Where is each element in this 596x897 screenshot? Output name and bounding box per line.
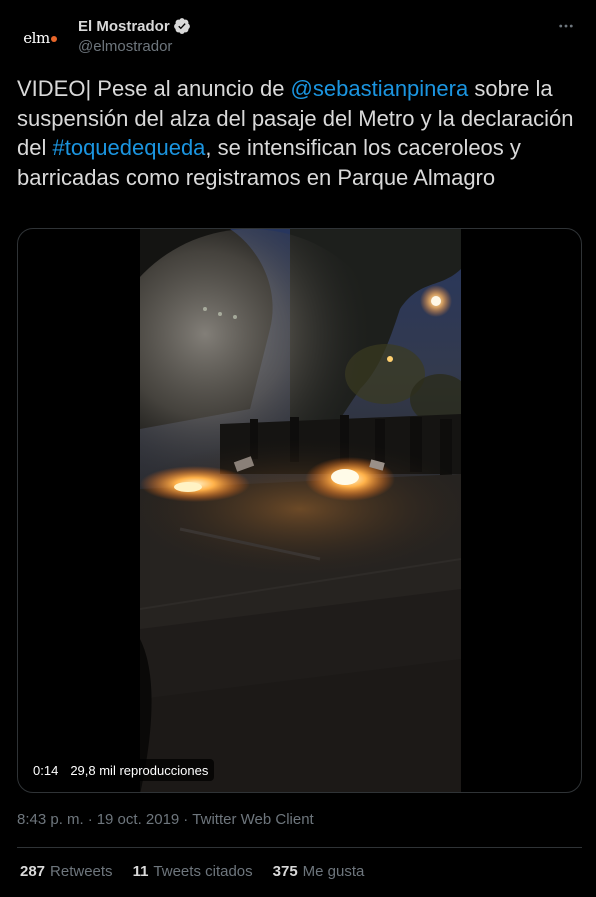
author-names: El Mostrador @elmostrador [78,16,191,55]
retweets-count: 287 [20,863,46,880]
tweet-client[interactable]: Twitter Web Client [192,811,313,828]
tweet-text-part: VIDEO| Pese al anuncio de [17,76,291,101]
tweet-header: elm El Mostrador @elmostrador [16,12,580,62]
likes-stat[interactable]: 375 Me gusta [273,863,365,880]
meta-separator: · [87,811,93,828]
engagement-stats: 287 Retweets 11 Tweets citados 375 Me gu… [20,863,384,880]
divider [17,847,582,848]
mention-link[interactable]: @sebastianpinera [291,76,469,101]
more-options-button[interactable] [552,14,580,38]
avatar-logo: elm [23,29,57,47]
media-container: 0:14 29,8 mil reproducciones [17,228,582,793]
video-duration: 0:14 [33,762,59,778]
author-handle[interactable]: @elmostrador [78,38,191,55]
avatar[interactable]: elm [16,14,64,62]
display-name-row: El Mostrador [78,16,191,36]
video-thumbnail [140,229,461,792]
quote-tweets-stat[interactable]: 11 Tweets citados [133,863,253,880]
tweet-time[interactable]: 8:43 p. m. [17,811,84,828]
retweets-label: Retweets [50,863,113,880]
meta-separator: · [183,811,189,828]
logo-dot-icon [50,36,57,42]
quote-tweets-count: 11 [132,863,149,880]
tweet-text: VIDEO| Pese al anuncio de @sebastianpine… [17,74,577,192]
more-options-icon [559,24,573,28]
quote-tweets-label: Tweets citados [153,863,253,880]
video-info-badge: 0:14 29,8 mil reproducciones [27,759,215,781]
video-player[interactable] [140,229,461,792]
author-display-name[interactable]: El Mostrador [78,18,170,35]
hashtag-link[interactable]: #toquedequeda [52,135,205,160]
verified-badge-icon [173,18,190,34]
video-view-count: 29,8 mil reproducciones [70,762,209,778]
tweet-card: elm El Mostrador @elmostrador VIDEO| Pes… [0,0,596,897]
tweet-metadata: 8:43 p. m. · 19 oct. 2019 · Twitter Web … [17,811,314,828]
retweets-stat[interactable]: 287 Retweets [20,863,113,880]
likes-label: Me gusta [302,863,365,880]
tweet-date[interactable]: 19 oct. 2019 [97,811,180,828]
likes-count: 375 [272,863,298,880]
